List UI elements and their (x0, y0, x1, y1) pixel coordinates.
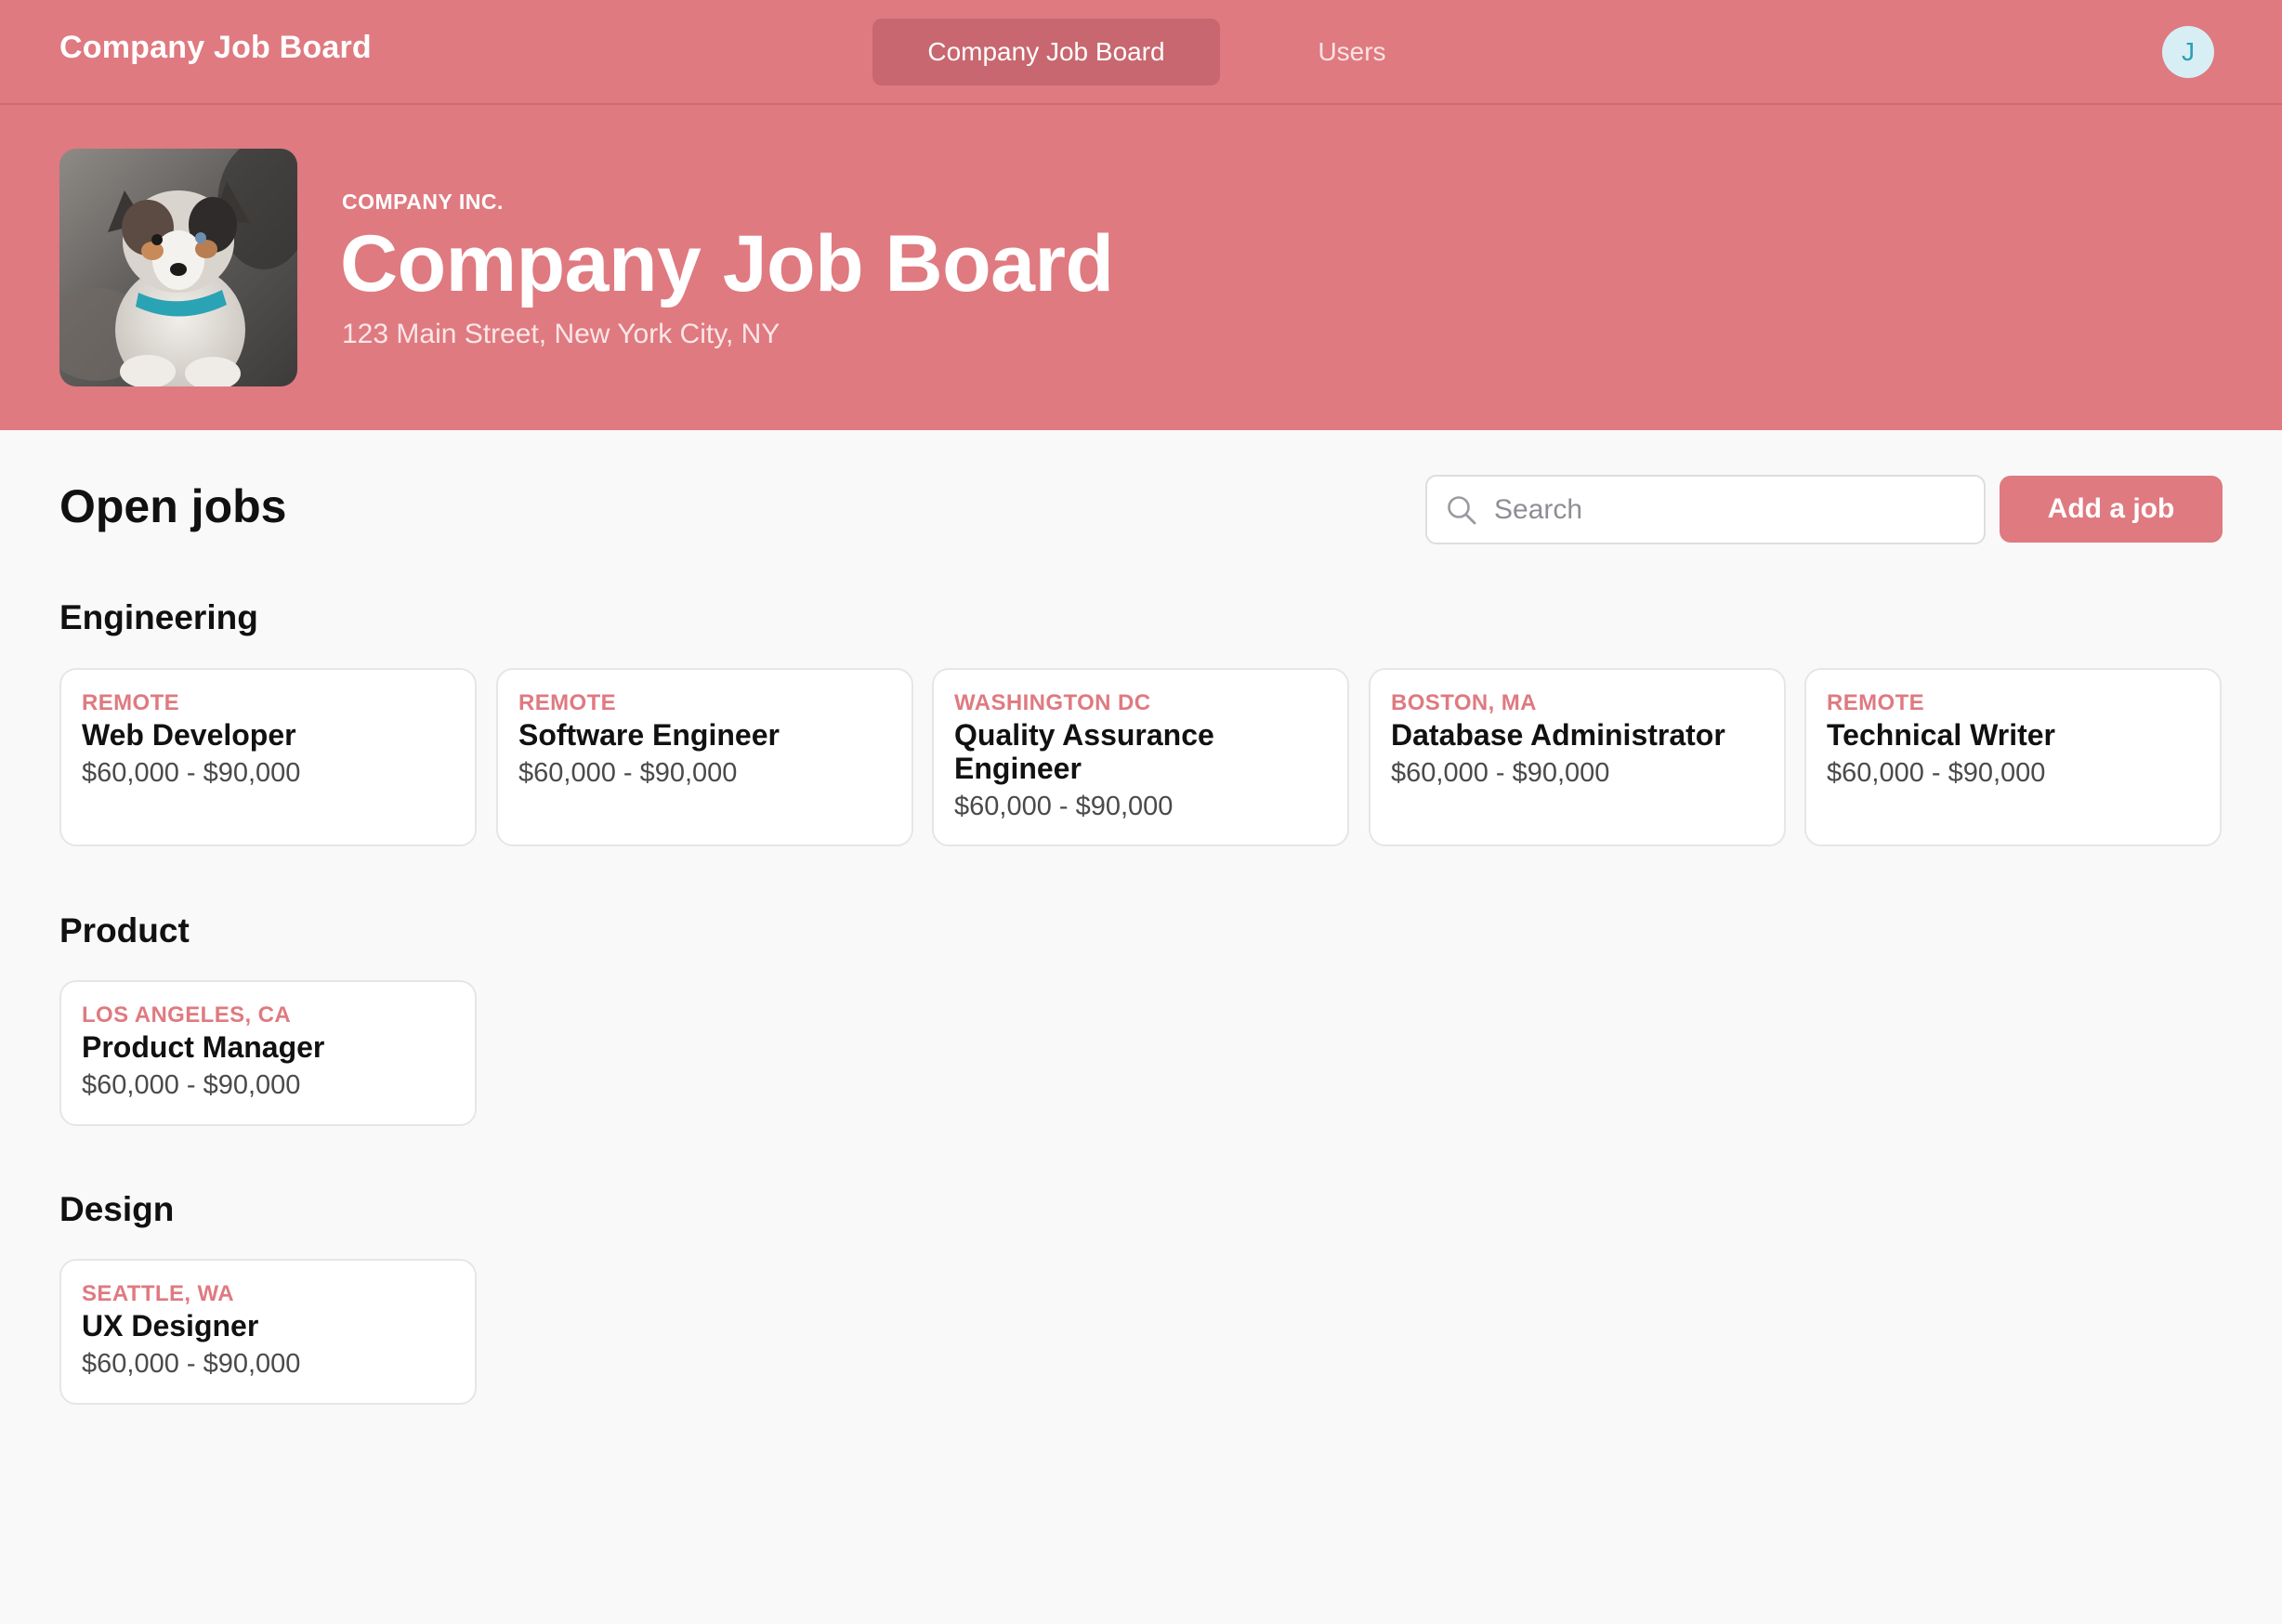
job-salary: $60,000 - $90,000 (518, 758, 738, 788)
job-location: REMOTE (1827, 690, 1925, 715)
job-title: Software Engineer (518, 718, 780, 752)
job-salary: $60,000 - $90,000 (82, 1070, 301, 1100)
job-card[interactable]: REMOTE Software Engineer $60,000 - $90,0… (496, 668, 913, 846)
job-salary: $60,000 - $90,000 (82, 1349, 301, 1379)
search-input[interactable] (1494, 477, 1968, 543)
job-location: LOS ANGELES, CA (82, 1002, 292, 1028)
section-title-design: Design (59, 1190, 175, 1228)
user-avatar[interactable]: J (2162, 26, 2214, 78)
job-location: WASHINGTON DC (954, 690, 1151, 715)
job-card[interactable]: SEATTLE, WA UX Designer $60,000 - $90,00… (59, 1259, 477, 1405)
company-address: 123 Main Street, New York City, NY (342, 319, 780, 349)
job-location: REMOTE (518, 690, 617, 715)
page-heading: Open jobs (59, 480, 287, 532)
top-nav-bar: Company Job Board Company Job Board User… (0, 0, 2282, 105)
company-hero: COMPANY INC. Company Job Board 123 Main … (0, 105, 2282, 430)
company-logo-image (59, 149, 297, 386)
job-location: REMOTE (82, 690, 180, 715)
search-icon (1446, 494, 1477, 526)
job-card[interactable]: REMOTE Web Developer $60,000 - $90,000 (59, 668, 477, 846)
job-title: Product Manager (82, 1030, 325, 1064)
job-title: Web Developer (82, 718, 296, 752)
job-title: Database Administrator (1391, 718, 1725, 752)
search-box[interactable] (1425, 475, 1986, 544)
add-job-button[interactable]: Add a job (2000, 476, 2223, 543)
job-card[interactable]: WASHINGTON DC Quality Assurance Engineer… (932, 668, 1349, 846)
nav-tab-company-job-board[interactable]: Company Job Board (872, 19, 1220, 85)
company-kicker: COMPANY INC. (342, 190, 504, 214)
job-location: SEATTLE, WA (82, 1281, 234, 1306)
section-title-product: Product (59, 911, 190, 950)
brand-name[interactable]: Company Job Board (59, 30, 372, 66)
job-salary: $60,000 - $90,000 (954, 792, 1174, 821)
job-salary: $60,000 - $90,000 (1391, 758, 1610, 788)
section-title-engineering: Engineering (59, 598, 258, 636)
nav-tab-users[interactable]: Users (1292, 19, 1412, 85)
job-title: Quality Assurance Engineer (954, 718, 1214, 785)
job-location: BOSTON, MA (1391, 690, 1537, 715)
company-title: Company Job Board (340, 219, 1114, 308)
job-title: Technical Writer (1827, 718, 2055, 752)
job-salary: $60,000 - $90,000 (1827, 758, 2046, 788)
job-title: UX Designer (82, 1309, 259, 1342)
job-card[interactable]: LOS ANGELES, CA Product Manager $60,000 … (59, 980, 477, 1126)
job-card[interactable]: REMOTE Technical Writer $60,000 - $90,00… (1804, 668, 2222, 846)
job-card[interactable]: BOSTON, MA Database Administrator $60,00… (1369, 668, 1786, 846)
puppy-photo-icon (59, 149, 297, 386)
job-salary: $60,000 - $90,000 (82, 758, 301, 788)
